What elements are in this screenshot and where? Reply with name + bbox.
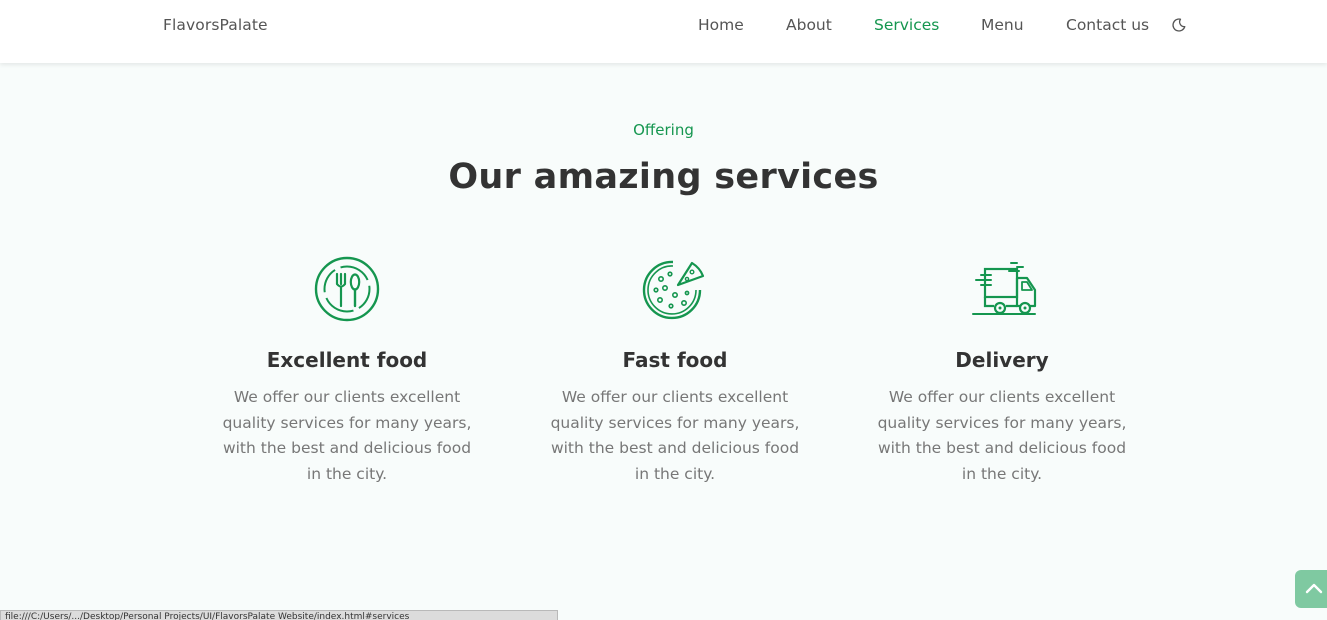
service-card-fast-food: Fast food We offer our clients excellent… [530, 254, 820, 487]
section-title: Our amazing services [448, 157, 879, 197]
page: FlavorsPalate Home About Services Menu C… [0, 0, 1327, 620]
section-subtitle: Offering [633, 121, 694, 139]
moon-icon[interactable] [1171, 17, 1187, 33]
browser-status-bar: file:///C:/Users/.../Desktop/Personal Pr… [0, 610, 558, 620]
service-title: Excellent food [266, 348, 428, 372]
chevron-up-icon [1305, 583, 1323, 594]
nav-about[interactable]: About [786, 16, 832, 34]
service-description: We offer our clients excellent quality s… [550, 388, 800, 483]
scroll-up-button[interactable] [1295, 570, 1327, 608]
nav-menu[interactable]: Menu [981, 16, 1024, 34]
service-card-delivery: Delivery We offer our clients excellent … [857, 254, 1147, 487]
service-description: We offer our clients excellent quality s… [222, 388, 472, 483]
cutlery-icon [314, 256, 380, 322]
service-description: We offer our clients excellent quality s… [877, 388, 1127, 483]
service-title: Delivery [955, 348, 1049, 372]
delivery-truck-icon [972, 262, 1037, 315]
site-header: FlavorsPalate Home About Services Menu C… [0, 0, 1327, 63]
nav-home[interactable]: Home [698, 16, 744, 34]
service-card-excellent-food: Excellent food We offer our clients exce… [202, 254, 492, 487]
service-title: Fast food [622, 348, 728, 372]
nav-contact[interactable]: Contact us [1066, 16, 1149, 34]
pizza-icon [642, 260, 705, 320]
main-nav: Home About Services Menu Contact us [0, 15, 1327, 39]
nav-services[interactable]: Services [874, 16, 939, 34]
